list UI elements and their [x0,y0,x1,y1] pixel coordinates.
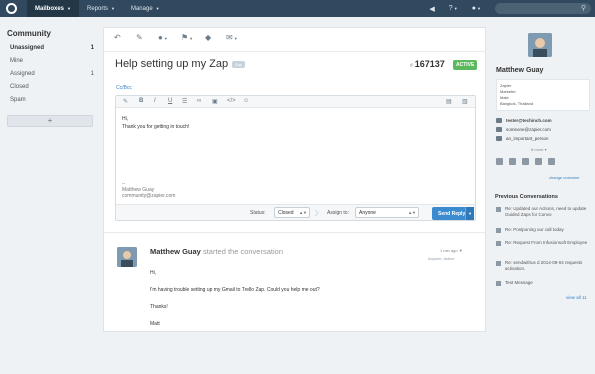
caret-down-icon: ▼ [155,6,160,11]
sidebar-item-spam[interactable]: Spam [10,97,94,103]
conversation-icon [496,228,501,233]
previous-conversation-item[interactable]: Re: Request From Infusionsoft Employee [496,240,591,246]
previous-conversation-item[interactable]: Re: sendwithus d 2014-09-04 requests act… [496,260,591,272]
conversation-tag[interactable]: Zap [232,61,245,68]
select-arrow-icon: ▲▼ [408,210,416,215]
avatar [117,247,137,267]
reply-icon[interactable]: ↶ [114,33,121,42]
conversation-panel: ↶ ✎ ●▼ ⚑▼ ◆ ✉▼ Help setting up my Zap Za… [103,27,487,332]
conversation-title: Help setting up my Zap [115,58,229,70]
sidebar-item-assigned[interactable]: Assigned 1 [10,71,94,77]
conversation-toolbar: ↶ ✎ ●▼ ⚑▼ ◆ ✉▼ [104,28,487,52]
customer-panel: Matthew Guay Zapier Marketer Male Bangko… [486,17,595,374]
customer-name: Matthew Guay [496,67,544,74]
customer-info: Zapier Marketer Male Bangkok, Thailand [496,79,590,111]
thread-timestamp: 1 min ago ▼ [440,248,463,253]
note-pencil-icon[interactable]: ✎ [136,33,143,42]
tag-icon[interactable]: ◆ [205,33,211,42]
image-icon[interactable]: ▣ [212,98,218,105]
website-icon[interactable] [548,158,555,165]
conversation-number: #167137 [410,59,445,69]
helpscout-logo-icon[interactable] [6,3,17,14]
search-input[interactable]: ⚲ [495,3,591,14]
mailbox-sidebar: Community Unassigned 1 Mine Assigned 1 Clo… [0,17,105,374]
view-all-link[interactable]: view all 11 [566,295,587,300]
chevron-down-icon[interactable]: ▼ [459,248,463,253]
trash-icon[interactable]: ▥ [462,98,468,105]
emoji-icon[interactable]: ☺ [243,98,249,104]
show-more-link[interactable]: 8 more ▾ [531,147,547,152]
add-folder-button[interactable]: + [7,115,93,127]
user-icon[interactable]: ● ▼ [472,5,481,12]
customer-email[interactable]: someone@zapier.com [496,127,551,132]
linkedin-icon[interactable] [535,158,542,165]
previous-conversation-item[interactable]: Re: Updated our Actions, need to update … [496,206,591,218]
customer-handle[interactable]: an_important_person [496,136,549,141]
thread-header: Matthew Guay started the conversation [150,247,283,256]
assign-label: Assign to: [327,210,349,216]
attach-icon[interactable]: ✎ [123,98,128,105]
send-reply-button[interactable]: Send Reply ▼ [432,207,474,220]
link-icon[interactable]: ∞ [197,98,201,104]
select-arrow-icon: ▲▼ [299,210,307,215]
nav-reports[interactable]: Reports ▼ [79,0,123,17]
sidebar-item-unassigned[interactable]: Unassigned 1 [10,45,94,51]
conversation-icon [496,281,501,286]
previous-conversation-item[interactable]: Test Message [496,280,591,286]
sidebar-item-mine[interactable]: Mine [10,58,94,64]
list-icon[interactable]: ☰ [182,98,187,105]
thread-assignment: Anyone, Active [428,256,455,261]
previous-conversations-title: Previous Conversations [495,194,558,200]
send-options-caret-icon[interactable]: ▼ [465,207,474,220]
search-icon: ⚲ [580,5,586,12]
megaphone-icon[interactable]: ◀ [429,5,434,13]
caret-down-icon: ▼ [111,6,115,11]
email-icon[interactable]: ✉▼ [226,33,238,42]
chevron-right-icon: › [314,204,320,221]
flag-icon[interactable]: ⚑▼ [181,33,193,42]
reply-footer: Status: Closed ▲▼ › Assign to: Anyone ▲▼ S… [116,204,475,221]
reply-editor: ✎ B I U ☰ ∞ ▣ </> ☺ ▤ ▥ Hi, Thank you fo… [115,95,476,221]
save-draft-icon[interactable]: ▤ [446,98,452,105]
reply-body[interactable]: Hi, Thank you for getting in touch! [122,115,189,131]
nav-mailboxes[interactable]: Mailboxes ▼ [27,0,79,17]
email-icon [496,127,502,132]
conversation-icon [496,261,501,266]
customer-email[interactable]: tester@techinch.com [496,118,552,123]
underline-icon[interactable]: U [168,98,172,104]
code-icon[interactable]: </> [227,98,236,104]
bold-icon[interactable]: B [139,98,143,104]
nav-manage[interactable]: Manage ▼ [123,0,168,17]
person-icon [496,136,502,141]
cc-bcc-link[interactable]: Cc/Bcc [116,85,132,91]
google-plus-icon[interactable] [522,158,529,165]
previous-conversation-item[interactable]: Re: Postponing our call today [496,227,591,233]
change-customer-link[interactable]: change customer [549,175,580,180]
signature: -- Matthew Guay community@zapier.com [122,181,176,199]
editor-toolbar: ✎ B I U ☰ ∞ ▣ </> ☺ ▤ ▥ [116,96,475,108]
conversation-icon [496,207,501,212]
thread-divider [104,232,487,233]
mailbox-title: Community [7,29,51,38]
facebook-icon[interactable] [496,158,503,165]
assign-select[interactable]: Anyone ▲▼ [355,207,419,218]
status-badge: ACTIVE [453,60,478,70]
status-label: Status: [250,210,266,216]
assign-user-icon[interactable]: ●▼ [158,33,168,42]
conversation-icon [496,241,501,246]
social-links [496,158,561,165]
top-navigation-bar: Mailboxes ▼ Reports ▼ Manage ▼ ◀ ? ▼ ● ▼ ⚲ [0,0,595,17]
status-select[interactable]: Closed ▲▼ [274,207,310,218]
email-icon [496,118,502,123]
thread-body: Hi, I'm having trouble setting up my Gma… [150,270,320,327]
avatar [528,33,552,57]
help-icon[interactable]: ? ▼ [449,5,458,12]
sidebar-item-closed[interactable]: Closed [10,84,94,90]
twitter-icon[interactable] [509,158,516,165]
italic-icon[interactable]: I [154,98,156,104]
caret-down-icon: ▼ [67,6,71,11]
